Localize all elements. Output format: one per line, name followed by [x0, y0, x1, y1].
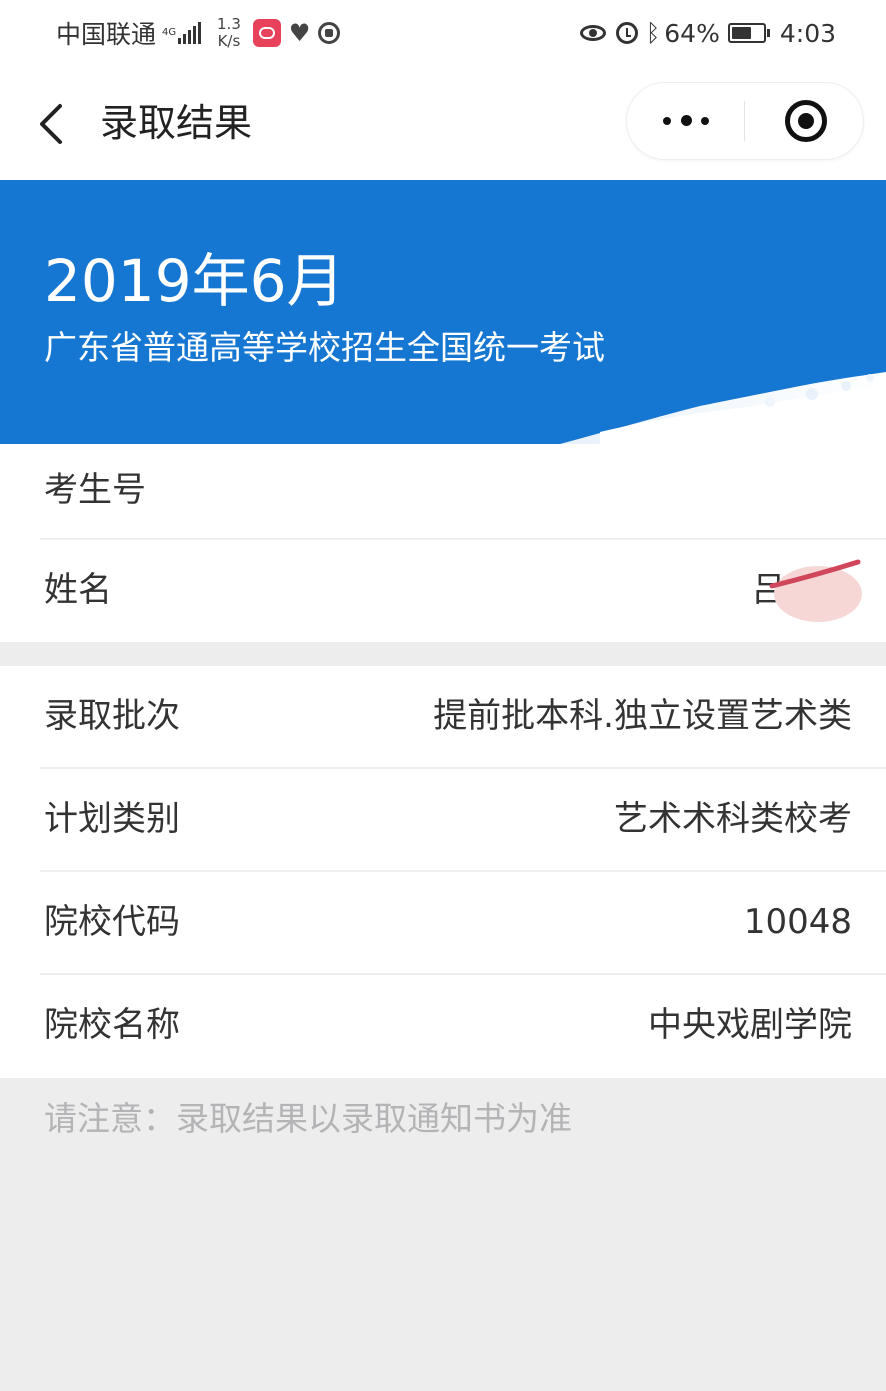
carrier-name: 中国联通 [56, 20, 157, 49]
eye-icon [579, 25, 606, 41]
app-notification-icon [252, 19, 281, 47]
close-miniprogram-button[interactable] [785, 100, 827, 142]
info-row-school-name: 院校名称 中央戏剧学院 [0, 975, 886, 1078]
bluetooth-icon: ᛒ [645, 19, 661, 47]
exam-banner: 2019年6月 广东省普通高等学校招生全国统一考试 [0, 180, 886, 444]
candidate-id-label: 考生号 [44, 470, 146, 510]
miniprogram-capsule [626, 82, 864, 160]
signal-icon: 4G [162, 22, 203, 44]
capsule-divider [744, 101, 745, 141]
exam-name: 广东省普通高等学校招生全国统一考试 [44, 328, 605, 367]
battery-fill [731, 27, 752, 39]
school-name-value: 中央戏剧学院 [648, 1005, 852, 1045]
notice-text: 请注意：录取结果以录取通知书为准 [44, 1099, 572, 1138]
exam-date: 2019年6月 [44, 247, 345, 315]
nav-bar: 录取结果 [0, 66, 886, 180]
info-row-name: 姓名 吕 [0, 540, 886, 643]
status-bar: 中国联通 4G 1.3 K/s ♥ ᛒ 64% 4:03 [0, 0, 886, 66]
plan-category-value: 艺术术科类校考 [614, 799, 852, 839]
speed-value: 1.3 [217, 15, 241, 33]
admission-batch-label: 录取批次 [44, 696, 180, 736]
speed-unit: K/s [217, 32, 241, 50]
candidate-info: 考生号 姓名 吕 [0, 444, 886, 642]
battery-icon [727, 23, 770, 43]
page-title: 录取结果 [100, 101, 253, 145]
school-name-label: 院校名称 [44, 1005, 180, 1045]
info-row-plan-category: 计划类别 艺术术科类校考 [0, 769, 886, 872]
info-row-admission-batch: 录取批次 提前批本科.独立设置艺术类 [0, 666, 886, 769]
redaction-mark [769, 559, 862, 622]
admission-info: 录取批次 提前批本科.独立设置艺术类 计划类别 艺术术科类校考 院校代码 100… [0, 666, 886, 1078]
school-code-value: 10048 [743, 902, 852, 942]
admission-batch-value: 提前批本科.独立设置艺术类 [433, 696, 852, 736]
info-row-school-code: 院校代码 10048 [0, 872, 886, 975]
info-row-candidate-id: 考生号 [0, 444, 886, 540]
alarm-icon [615, 22, 638, 44]
status-bar-left: 中国联通 4G 1.3 K/s ♥ [56, 14, 341, 52]
battery-percent: 64% [664, 18, 720, 48]
plan-category-label: 计划类别 [44, 799, 180, 839]
clock: 4:03 [779, 18, 836, 48]
heart-rate-icon: ♥ [288, 19, 311, 47]
more-options-button[interactable] [655, 101, 717, 141]
network-type: 4G [162, 27, 177, 38]
back-arrow-icon[interactable] [36, 102, 76, 146]
name-label: 姓名 [44, 570, 112, 610]
vpn-icon [318, 22, 341, 44]
network-speed: 1.3 K/s [217, 16, 241, 50]
school-code-label: 院校代码 [44, 902, 180, 942]
status-bar-right: ᛒ 64% 4:03 [579, 14, 836, 52]
